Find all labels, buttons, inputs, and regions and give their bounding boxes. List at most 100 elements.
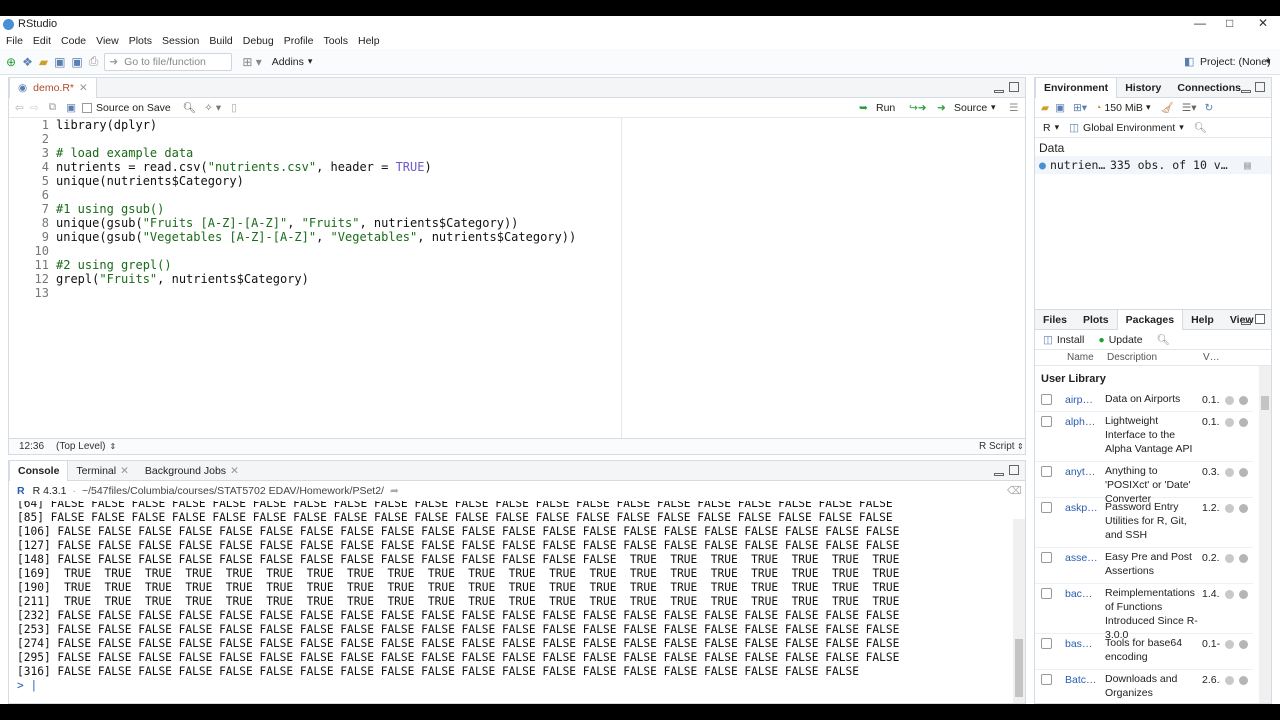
code-line[interactable]: library(dplyr): [56, 118, 157, 132]
remove-package-icon[interactable]: [1239, 554, 1248, 563]
maximize-pane-icon[interactable]: [1009, 465, 1019, 475]
web-icon[interactable]: [1225, 554, 1234, 563]
col-version[interactable]: V…: [1203, 352, 1220, 363]
tab-history[interactable]: History: [1117, 78, 1169, 98]
back-icon[interactable]: ⇦: [15, 102, 24, 114]
rerun-icon[interactable]: ↪➜: [909, 102, 927, 114]
package-checkbox[interactable]: [1041, 394, 1052, 405]
close-tab-icon[interactable]: ✕: [120, 465, 129, 477]
minimize-button[interactable]: —: [1194, 16, 1206, 30]
col-description[interactable]: Description: [1107, 352, 1157, 363]
remove-package-icon[interactable]: [1239, 418, 1248, 427]
install-button[interactable]: Install: [1057, 334, 1084, 346]
tab-help[interactable]: Help: [1183, 310, 1222, 330]
maximize-pane-icon[interactable]: [1255, 314, 1265, 324]
minimize-pane-icon[interactable]: [1241, 322, 1251, 325]
menu-file[interactable]: File: [6, 35, 23, 47]
maximize-button[interactable]: □: [1226, 16, 1233, 30]
package-checkbox[interactable]: [1041, 588, 1052, 599]
broom-icon[interactable]: 🧹︎: [1160, 101, 1173, 114]
maximize-pane-icon[interactable]: [1009, 82, 1019, 92]
search-icon[interactable]: 🔍︎: [1157, 333, 1170, 346]
tab-terminal[interactable]: Terminal ✕: [68, 461, 137, 481]
package-checkbox[interactable]: [1041, 502, 1052, 513]
clear-console-icon[interactable]: ⌫: [1007, 485, 1022, 497]
packages-scrollbar[interactable]: [1259, 366, 1271, 703]
scope-selector[interactable]: (Top Level): [56, 441, 105, 452]
web-icon[interactable]: [1225, 676, 1234, 685]
remove-package-icon[interactable]: [1239, 468, 1248, 477]
code-line[interactable]: #1 using gsub(): [56, 202, 164, 216]
go-to-directory-icon[interactable]: ➦: [390, 485, 399, 497]
code-line[interactable]: # load example data: [56, 146, 193, 160]
env-row-nutrients[interactable]: ● nutrien… 335 obs. of 10 v… ▦: [1035, 156, 1271, 174]
tab-demo-r[interactable]: ◉ demo.R* ✕: [9, 77, 97, 98]
package-name[interactable]: bac…: [1065, 588, 1099, 600]
tab-plots[interactable]: Plots: [1075, 310, 1117, 330]
menu-session[interactable]: Session: [162, 35, 199, 47]
tab-connections[interactable]: Connections: [1169, 78, 1249, 98]
package-name[interactable]: bas…: [1065, 638, 1099, 650]
save-icon[interactable]: ▣: [54, 55, 65, 69]
close-tab-icon[interactable]: ✕: [79, 82, 88, 94]
outline-icon[interactable]: ☰: [1009, 102, 1018, 114]
package-name[interactable]: alph…: [1065, 416, 1099, 428]
package-checkbox[interactable]: [1041, 552, 1052, 563]
remove-package-icon[interactable]: [1239, 640, 1248, 649]
code-line[interactable]: unique(gsub("Vegetables [A-Z]-[A-Z]", "V…: [56, 230, 576, 244]
import-dataset-icon[interactable]: ⊞▾: [1073, 102, 1087, 114]
package-name[interactable]: askp…: [1065, 502, 1099, 514]
menu-code[interactable]: Code: [61, 35, 86, 47]
code-line[interactable]: grepl("Fruits", nutrients$Category): [56, 272, 309, 286]
save-all-icon[interactable]: ▣: [71, 55, 82, 69]
minimize-pane-icon[interactable]: [1241, 90, 1251, 93]
tab-files[interactable]: Files: [1035, 310, 1075, 330]
minimize-pane-icon[interactable]: [994, 90, 1004, 93]
menu-build[interactable]: Build: [209, 35, 232, 47]
save-icon[interactable]: ▣: [66, 102, 76, 114]
web-icon[interactable]: [1225, 468, 1234, 477]
save-workspace-icon[interactable]: ▣: [1055, 102, 1065, 114]
package-name[interactable]: anyt…: [1065, 466, 1099, 478]
new-file-icon[interactable]: ⊕: [6, 55, 16, 69]
new-project-icon[interactable]: ❖: [22, 55, 33, 69]
package-row[interactable]: anyt… Anything to 'POSIXct' or 'Date' Con…: [1035, 462, 1253, 505]
source-button[interactable]: Source: [954, 102, 987, 114]
tab-viewer[interactable]: View: [1222, 310, 1254, 330]
menu-help[interactable]: Help: [358, 35, 380, 47]
list-view-icon[interactable]: ☰▾: [1182, 102, 1197, 114]
environment-scope-selector[interactable]: Global Environment: [1083, 122, 1175, 134]
remove-package-icon[interactable]: [1239, 504, 1248, 513]
tab-console[interactable]: Console: [9, 460, 69, 481]
close-window-button[interactable]: ✕: [1258, 16, 1268, 30]
web-icon[interactable]: [1225, 590, 1234, 599]
maximize-pane-icon[interactable]: [1255, 82, 1265, 92]
update-button[interactable]: Update: [1109, 334, 1143, 346]
open-file-icon[interactable]: ▰: [39, 55, 48, 69]
tab-environment[interactable]: Environment: [1035, 77, 1118, 98]
project-menu[interactable]: Project: (None): [1200, 56, 1271, 68]
remove-package-icon[interactable]: [1239, 590, 1248, 599]
run-button[interactable]: Run: [876, 102, 895, 114]
memory-usage[interactable]: 150 MiB: [1104, 102, 1143, 114]
refresh-icon[interactable]: ↻: [1205, 102, 1214, 114]
package-checkbox[interactable]: [1041, 466, 1052, 477]
chevron-down-icon[interactable]: ▾: [991, 102, 996, 113]
menu-debug[interactable]: Debug: [243, 35, 274, 47]
package-name[interactable]: airp…: [1065, 394, 1099, 406]
web-icon[interactable]: [1225, 396, 1234, 405]
grid-layout-icon[interactable]: ⊞ ▾: [242, 55, 261, 69]
show-in-window-icon[interactable]: ⧉: [49, 101, 57, 114]
view-table-icon[interactable]: ▦: [1244, 158, 1251, 172]
package-checkbox[interactable]: [1041, 638, 1052, 649]
tab-packages[interactable]: Packages: [1116, 309, 1184, 330]
forward-icon[interactable]: ⇨: [30, 102, 39, 114]
code-line[interactable]: #2 using grepl(): [56, 258, 172, 272]
code-line[interactable]: unique(gsub("Fruits [A-Z]-[A-Z]", "Fruit…: [56, 216, 518, 230]
package-row[interactable]: askp… Password Entry Utilities for R, Git…: [1035, 498, 1253, 548]
menu-plots[interactable]: Plots: [129, 35, 152, 47]
menu-profile[interactable]: Profile: [284, 35, 314, 47]
package-row[interactable]: alph… Lightweight Interface to the Alpha …: [1035, 412, 1253, 462]
expand-icon[interactable]: ●: [1039, 158, 1046, 172]
goto-file-input[interactable]: ➜ Go to file/function: [104, 52, 233, 71]
